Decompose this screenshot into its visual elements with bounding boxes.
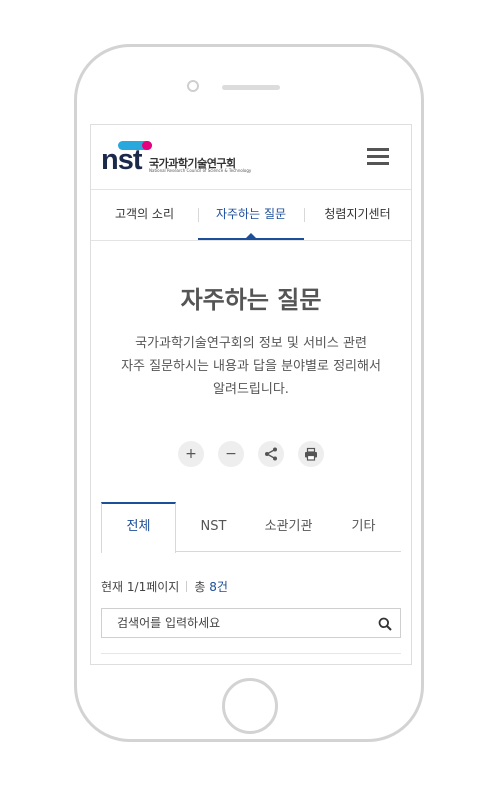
phone-screen: nst 국가과학기술연구회 National Research Council … bbox=[90, 124, 412, 665]
phone-camera bbox=[187, 80, 199, 92]
nav-item-faq[interactable]: 자주하는 질문 bbox=[198, 190, 304, 240]
logo-pill-pink bbox=[142, 141, 152, 150]
search-input[interactable] bbox=[102, 609, 372, 637]
zoom-out-icon[interactable]: − bbox=[218, 441, 244, 467]
current-page-text: 현재 1/1페이지 bbox=[101, 580, 180, 594]
nav-item-integrity-center[interactable]: 청렴지기센터 bbox=[304, 190, 411, 240]
phone-home-button[interactable] bbox=[222, 678, 278, 734]
search-icon[interactable] bbox=[378, 616, 392, 631]
hamburger-menu-icon[interactable] bbox=[367, 148, 389, 166]
description-line: 자주 질문하시는 내용과 답을 분야별로 정리해서 bbox=[121, 359, 381, 374]
site-header: nst 국가과학기술연구회 National Research Council … bbox=[91, 125, 411, 190]
logo-wordmark: nst bbox=[101, 144, 142, 176]
description-line: 국가과학기술연구회의 정보 및 서비스 관련 bbox=[135, 336, 367, 351]
page-title: 자주하는 질문 bbox=[180, 286, 322, 314]
total-prefix: 총 bbox=[194, 580, 206, 594]
nst-logo[interactable]: nst 국가과학기술연구회 National Research Council … bbox=[101, 139, 261, 177]
phone-speaker bbox=[222, 85, 280, 90]
category-tab-institutions[interactable]: 소관기관 bbox=[251, 502, 326, 552]
page-description: 국가과학기술연구회의 정보 및 서비스 관련 자주 질문하시는 내용과 답을 분… bbox=[91, 332, 411, 401]
total-count: 8건 bbox=[209, 580, 228, 594]
nav-item-customer-voice[interactable]: 고객의 소리 bbox=[91, 190, 198, 240]
page-info-divider bbox=[186, 581, 188, 592]
list-divider bbox=[101, 653, 401, 654]
page-info: 현재 1/1페이지 총 8건 bbox=[101, 578, 228, 595]
share-icon[interactable] bbox=[258, 441, 284, 467]
sub-nav: 고객의 소리 자주하는 질문 청렴지기센터 bbox=[91, 190, 411, 241]
category-tab-nst[interactable]: NST bbox=[176, 502, 251, 552]
category-tab-other[interactable]: 기타 bbox=[326, 502, 401, 552]
logo-english-name: National Research Council of Science & T… bbox=[149, 168, 252, 173]
search-box bbox=[101, 608, 401, 638]
description-line: 알려드립니다. bbox=[213, 382, 289, 397]
nav-item-faq-label: 자주하는 질문 bbox=[215, 207, 287, 221]
zoom-in-icon[interactable]: + bbox=[178, 441, 204, 467]
print-icon[interactable] bbox=[298, 441, 324, 467]
category-tabs: 전체 NST 소관기관 기타 bbox=[101, 502, 401, 553]
nav-active-caret bbox=[246, 233, 256, 238]
category-tab-all[interactable]: 전체 bbox=[101, 502, 176, 553]
